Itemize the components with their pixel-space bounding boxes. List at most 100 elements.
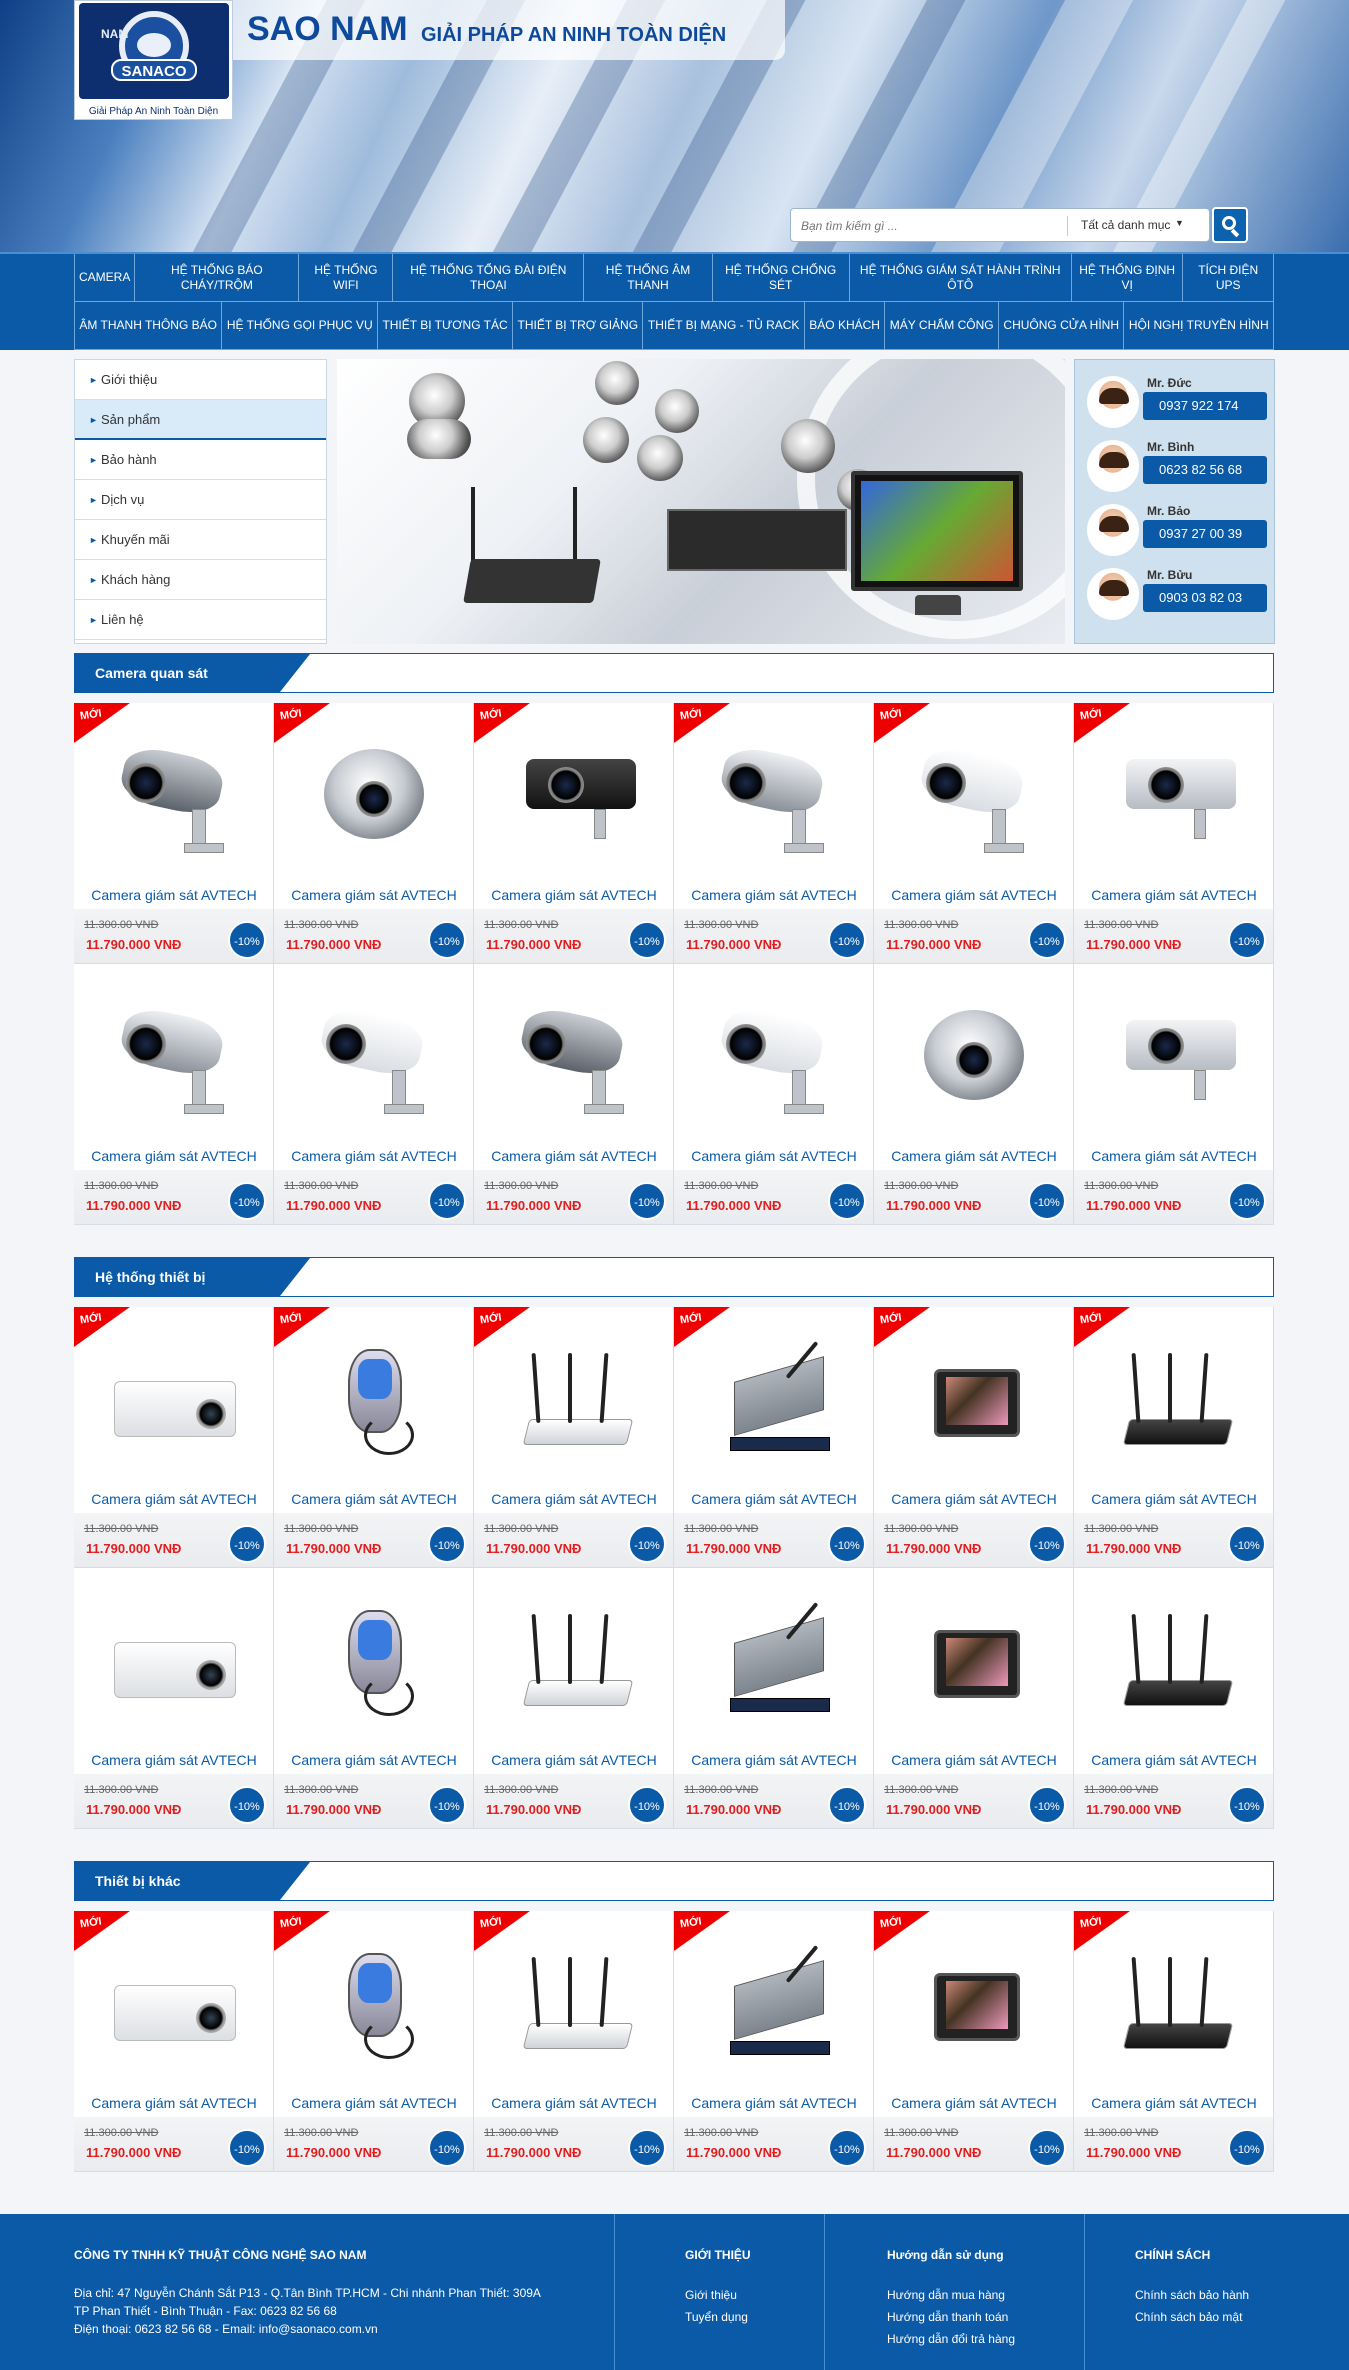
product-card[interactable]: MỚI Camera giám sát AVTECH 11.300.00 VNĐ 11…	[674, 703, 874, 964]
product-image[interactable]	[304, 1329, 444, 1459]
footer-link[interactable]: Chính sách bảo mật	[1135, 2306, 1249, 2328]
product-image[interactable]	[504, 1329, 644, 1459]
product-image[interactable]	[904, 725, 1044, 855]
product-title[interactable]: Camera giám sát AVTECH	[1074, 2095, 1273, 2111]
product-card[interactable]: MỚI Camera giám sát AVTECH 11.300.00 VNĐ 11…	[874, 1307, 1074, 1568]
nav-item[interactable]: BÁO KHÁCH	[804, 302, 886, 350]
product-title[interactable]: Camera giám sát AVTECH	[474, 1491, 673, 1507]
footer-link[interactable]: Hướng dẫn thanh toán	[887, 2306, 1015, 2328]
product-title[interactable]: Camera giám sát AVTECH	[674, 887, 873, 903]
product-title[interactable]: Camera giám sát AVTECH	[674, 1752, 873, 1768]
product-title[interactable]: Camera giám sát AVTECH	[474, 1148, 673, 1164]
nav-item[interactable]: THIẾT BỊ TRỢ GIẢNG	[513, 302, 644, 350]
contact-phone[interactable]: 0937 27 00 39	[1143, 520, 1267, 548]
product-card[interactable]: Camera giám sát AVTECH 11.300.00 VNĐ 11.79…	[474, 1568, 674, 1829]
nav-item[interactable]: HỘI NGHỊ TRUYỀN HÌNH	[1124, 302, 1275, 350]
contact-phone[interactable]: 0903 03 82 03	[1143, 584, 1267, 612]
search-input[interactable]	[801, 215, 1041, 237]
nav-item[interactable]: HỆ THỐNG BÁO CHÁY/TRỘM	[135, 254, 300, 302]
product-image[interactable]	[304, 1933, 444, 2063]
product-title[interactable]: Camera giám sát AVTECH	[1074, 1752, 1273, 1768]
product-card[interactable]: Camera giám sát AVTECH 11.300.00 VNĐ 11.79…	[74, 964, 274, 1225]
product-image[interactable]	[704, 1933, 844, 2063]
product-image[interactable]	[504, 1590, 644, 1720]
product-image[interactable]	[104, 1329, 244, 1459]
product-image[interactable]	[304, 986, 444, 1116]
product-title[interactable]: Camera giám sát AVTECH	[874, 1148, 1073, 1164]
product-image[interactable]	[504, 1933, 644, 2063]
product-card[interactable]: MỚI Camera giám sát AVTECH 11.300.00 VNĐ 11…	[274, 1307, 474, 1568]
product-image[interactable]	[104, 725, 244, 855]
product-title[interactable]: Camera giám sát AVTECH	[74, 1491, 273, 1507]
product-title[interactable]: Camera giám sát AVTECH	[674, 1148, 873, 1164]
product-title[interactable]: Camera giám sát AVTECH	[74, 887, 273, 903]
footer-link[interactable]: Hướng dẫn đổi trả hàng	[887, 2328, 1015, 2350]
product-card[interactable]: MỚI Camera giám sát AVTECH 11.300.00 VNĐ 11…	[674, 1911, 874, 2172]
footer-link[interactable]: Tuyển dụng	[685, 2306, 748, 2328]
product-card[interactable]: MỚI Camera giám sát AVTECH 11.300.00 VNĐ 11…	[74, 1307, 274, 1568]
nav-item[interactable]: HỆ THỐNG WIFI	[299, 254, 394, 302]
product-card[interactable]: Camera giám sát AVTECH 11.300.00 VNĐ 11.79…	[674, 964, 874, 1225]
product-title[interactable]: Camera giám sát AVTECH	[74, 1148, 273, 1164]
product-card[interactable]: MỚI Camera giám sát AVTECH 11.300.00 VNĐ 11…	[474, 1307, 674, 1568]
product-card[interactable]: Camera giám sát AVTECH 11.300.00 VNĐ 11.79…	[274, 964, 474, 1225]
search-button[interactable]	[1212, 207, 1248, 243]
section-title[interactable]: Hệ thống thiết bị	[75, 1258, 310, 1296]
product-image[interactable]	[104, 986, 244, 1116]
footer-link[interactable]: Giới thiệu	[685, 2284, 748, 2306]
product-title[interactable]: Camera giám sát AVTECH	[874, 1752, 1073, 1768]
nav-item[interactable]: ÂM THANH THÔNG BÁO	[75, 302, 223, 350]
product-card[interactable]: Camera giám sát AVTECH 11.300.00 VNĐ 11.79…	[274, 1568, 474, 1829]
section-title[interactable]: Thiết bị khác	[75, 1862, 310, 1900]
product-card[interactable]: Camera giám sát AVTECH 11.300.00 VNĐ 11.79…	[874, 964, 1074, 1225]
product-image[interactable]	[704, 725, 844, 855]
product-image[interactable]	[104, 1590, 244, 1720]
product-title[interactable]: Camera giám sát AVTECH	[674, 1491, 873, 1507]
product-card[interactable]: Camera giám sát AVTECH 11.300.00 VNĐ 11.79…	[474, 964, 674, 1225]
nav-item[interactable]: HỆ THỐNG ÂM THANH	[584, 254, 713, 302]
nav-item[interactable]: MÁY CHẤM CÔNG	[885, 302, 999, 350]
product-title[interactable]: Camera giám sát AVTECH	[274, 2095, 473, 2111]
product-image[interactable]	[504, 725, 644, 855]
product-card[interactable]: MỚI Camera giám sát AVTECH 11.300.00 VNĐ 11…	[274, 1911, 474, 2172]
nav-item[interactable]: HỆ THỐNG GIÁM SÁT HÀNH TRÌNH ÔTÔ	[849, 254, 1072, 302]
side-menu-item[interactable]: ► Dịch vụ	[75, 480, 326, 520]
nav-item[interactable]: HỆ THỐNG GỌI PHỤC VỤ	[222, 302, 379, 350]
product-title[interactable]: Camera giám sát AVTECH	[1074, 1148, 1273, 1164]
footer-link[interactable]: Chính sách bảo hành	[1135, 2284, 1249, 2306]
product-title[interactable]: Camera giám sát AVTECH	[674, 2095, 873, 2111]
logo[interactable]: NAM SANACO Giải Pháp An Ninh Toàn Diện	[74, 0, 233, 120]
nav-item[interactable]: HỆ THỐNG ĐỊNH VỊ	[1071, 254, 1184, 302]
product-image[interactable]	[104, 1933, 244, 2063]
product-image[interactable]	[904, 1329, 1044, 1459]
footer-link[interactable]: Hướng dẫn mua hàng	[887, 2284, 1015, 2306]
product-title[interactable]: Camera giám sát AVTECH	[874, 1491, 1073, 1507]
contact-phone[interactable]: 0623 82 56 68	[1143, 456, 1267, 484]
nav-item[interactable]: THIẾT BỊ MẠNG - TỦ RACK	[643, 302, 805, 350]
product-card[interactable]: Camera giám sát AVTECH 11.300.00 VNĐ 11.79…	[1074, 1568, 1274, 1829]
contact-phone[interactable]: 0937 922 174	[1143, 392, 1267, 420]
side-menu-item[interactable]: ► Bảo hành	[75, 440, 326, 480]
product-image[interactable]	[304, 1590, 444, 1720]
product-image[interactable]	[704, 1590, 844, 1720]
product-image[interactable]	[504, 986, 644, 1116]
product-title[interactable]: Camera giám sát AVTECH	[1074, 887, 1273, 903]
product-title[interactable]: Camera giám sát AVTECH	[274, 887, 473, 903]
product-card[interactable]: MỚI Camera giám sát AVTECH 11.300.00 VNĐ 11…	[74, 703, 274, 964]
product-image[interactable]	[704, 986, 844, 1116]
product-card[interactable]: Camera giám sát AVTECH 11.300.00 VNĐ 11.79…	[1074, 964, 1274, 1225]
product-card[interactable]: MỚI Camera giám sát AVTECH 11.300.00 VNĐ 11…	[474, 1911, 674, 2172]
product-title[interactable]: Camera giám sát AVTECH	[274, 1148, 473, 1164]
product-title[interactable]: Camera giám sát AVTECH	[274, 1752, 473, 1768]
product-image[interactable]	[1104, 725, 1244, 855]
product-card[interactable]: Camera giám sát AVTECH 11.300.00 VNĐ 11.79…	[674, 1568, 874, 1829]
product-card[interactable]: MỚI Camera giám sát AVTECH 11.300.00 VNĐ 11…	[874, 703, 1074, 964]
product-card[interactable]: MỚI Camera giám sát AVTECH 11.300.00 VNĐ 11…	[874, 1911, 1074, 2172]
product-image[interactable]	[904, 986, 1044, 1116]
product-image[interactable]	[704, 1329, 844, 1459]
product-card[interactable]: MỚI Camera giám sát AVTECH 11.300.00 VNĐ 11…	[1074, 1911, 1274, 2172]
product-card[interactable]: MỚI Camera giám sát AVTECH 11.300.00 VNĐ 11…	[74, 1911, 274, 2172]
side-menu-item[interactable]: ► Giới thiệu	[75, 360, 326, 400]
product-image[interactable]	[304, 725, 444, 855]
product-card[interactable]: MỚI Camera giám sát AVTECH 11.300.00 VNĐ 11…	[674, 1307, 874, 1568]
